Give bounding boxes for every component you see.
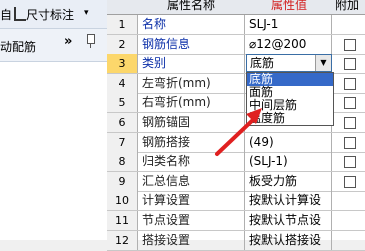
annotation-arrow	[215, 108, 262, 156]
